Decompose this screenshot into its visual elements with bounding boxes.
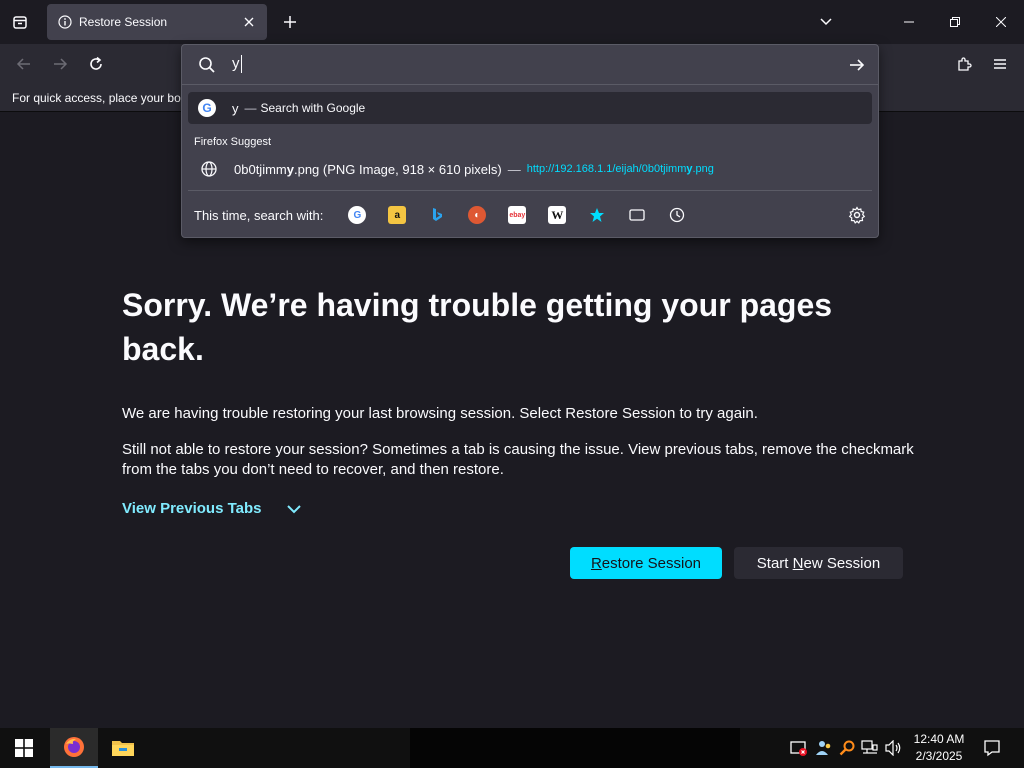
urlbar-input-row[interactable]: y bbox=[182, 45, 878, 85]
history-suggestion[interactable]: 0b0tjimm y .png (PNG Image, 918 × 610 pixe… bbox=[188, 155, 872, 183]
amazon-icon[interactable]: a bbox=[388, 206, 407, 224]
restore-label: estore Session bbox=[601, 554, 702, 572]
wikipedia-icon[interactable]: W bbox=[548, 206, 567, 224]
suggestion-query: y bbox=[232, 100, 239, 116]
new-session-access-key: N bbox=[792, 554, 804, 572]
google-search-suggestion[interactable]: G y — Search with Google bbox=[188, 92, 872, 124]
search-icon bbox=[198, 56, 216, 74]
security-warning-icon[interactable] bbox=[789, 738, 809, 758]
close-window-button[interactable] bbox=[978, 0, 1024, 44]
restore-access-key: R bbox=[590, 554, 602, 572]
view-previous-tabs-label: View Previous Tabs bbox=[122, 500, 262, 517]
suggestion-action: Search with Google bbox=[260, 101, 366, 115]
chevron-down-icon bbox=[286, 501, 302, 517]
tab-restore-session[interactable]: Restore Session bbox=[47, 4, 267, 40]
search-key-icon[interactable] bbox=[837, 738, 857, 758]
restore-button[interactable] bbox=[932, 0, 978, 44]
text-caret bbox=[240, 55, 242, 74]
bookmarks-star-icon[interactable] bbox=[588, 206, 606, 224]
suggestion-url-suffix: .png bbox=[692, 163, 714, 175]
app-menu-button[interactable] bbox=[988, 52, 1012, 76]
reload-button[interactable] bbox=[84, 52, 108, 76]
ebay-icon[interactable]: ebay bbox=[508, 206, 527, 224]
list-all-tabs-button[interactable] bbox=[814, 10, 838, 34]
file-explorer-icon[interactable] bbox=[99, 728, 147, 768]
windows-start-icon[interactable] bbox=[0, 728, 48, 768]
suggestion-title-match: y bbox=[286, 161, 294, 177]
tabs-icon[interactable] bbox=[628, 206, 646, 224]
windows-taskbar: 12:40 AM 2/3/2025 bbox=[0, 728, 1024, 768]
clock-time: 12:40 AM bbox=[913, 732, 965, 746]
go-button[interactable] bbox=[848, 56, 866, 74]
network-icon[interactable] bbox=[860, 738, 880, 758]
people-icon[interactable] bbox=[814, 738, 834, 758]
google-icon[interactable]: G bbox=[348, 206, 367, 224]
start-new-session-button[interactable]: Start New Session bbox=[734, 547, 903, 579]
forward-button[interactable] bbox=[48, 52, 72, 76]
suggestion-url: http://192.168.1.1/eijah/0b0tjimmy.png bbox=[527, 163, 714, 175]
urlbar-dropdown: y G y — Search with Google Firefox Sugge… bbox=[181, 44, 879, 238]
one-off-label: This time, search with: bbox=[194, 207, 324, 223]
extensions-button[interactable] bbox=[952, 52, 976, 76]
back-button[interactable] bbox=[12, 52, 36, 76]
duckduckgo-icon[interactable]: ◐ bbox=[468, 206, 487, 224]
urlbar-value: y bbox=[232, 55, 240, 72]
help-paragraph: Still not able to restore your session? … bbox=[122, 441, 914, 478]
suggestion-url-prefix: http://192.168.1.1/eijah/0b0tjimm bbox=[526, 163, 687, 175]
clock-date: 2/3/2025 bbox=[915, 749, 963, 763]
suggestion-title-suffix: .png (PNG Image, 918 × 610 pixels) bbox=[293, 161, 502, 177]
minimize-button[interactable] bbox=[886, 0, 932, 44]
description-paragraph: We are having trouble restoring your las… bbox=[122, 405, 758, 422]
view-previous-tabs-toggle[interactable]: View Previous Tabs bbox=[122, 500, 302, 517]
tab-bar: Restore Session bbox=[0, 0, 1024, 44]
urlbar-input[interactable]: y bbox=[232, 55, 242, 74]
restore-session-button[interactable]: Restore Session bbox=[570, 547, 722, 579]
page-title: Sorry. We’re having trouble getting your… bbox=[122, 287, 833, 367]
google-icon: G bbox=[198, 99, 216, 117]
firefox-suggest-heading: Firefox Suggest bbox=[194, 136, 272, 148]
notifications-icon[interactable] bbox=[980, 736, 1004, 760]
firefox-view-icon[interactable] bbox=[8, 10, 32, 34]
gear-icon[interactable] bbox=[848, 206, 866, 224]
volume-icon[interactable] bbox=[884, 738, 904, 758]
new-session-label-pre: Start bbox=[756, 554, 793, 572]
new-session-label-post: ew Session bbox=[803, 554, 881, 572]
firefox-icon[interactable] bbox=[50, 728, 98, 768]
one-off-search-row: This time, search with: G a ◐ ebay W bbox=[182, 200, 878, 230]
suggestion-dash: — bbox=[507, 161, 521, 177]
new-tab-button[interactable] bbox=[278, 10, 302, 34]
info-icon bbox=[57, 14, 73, 30]
globe-icon bbox=[200, 160, 218, 178]
close-icon[interactable] bbox=[241, 14, 257, 30]
bookmarks-hint-text: For quick access, place your boo bbox=[12, 91, 188, 105]
suggestion-dash: — bbox=[244, 101, 257, 115]
bing-icon[interactable] bbox=[428, 206, 446, 224]
system-clock[interactable]: 12:40 AM 2/3/2025 bbox=[906, 731, 972, 765]
desktop-background-strip bbox=[410, 728, 740, 768]
tab-label: Restore Session bbox=[79, 15, 168, 29]
history-clock-icon[interactable] bbox=[668, 206, 686, 224]
divider bbox=[188, 190, 872, 191]
suggestion-title-prefix: 0b0tjimm bbox=[234, 161, 287, 177]
